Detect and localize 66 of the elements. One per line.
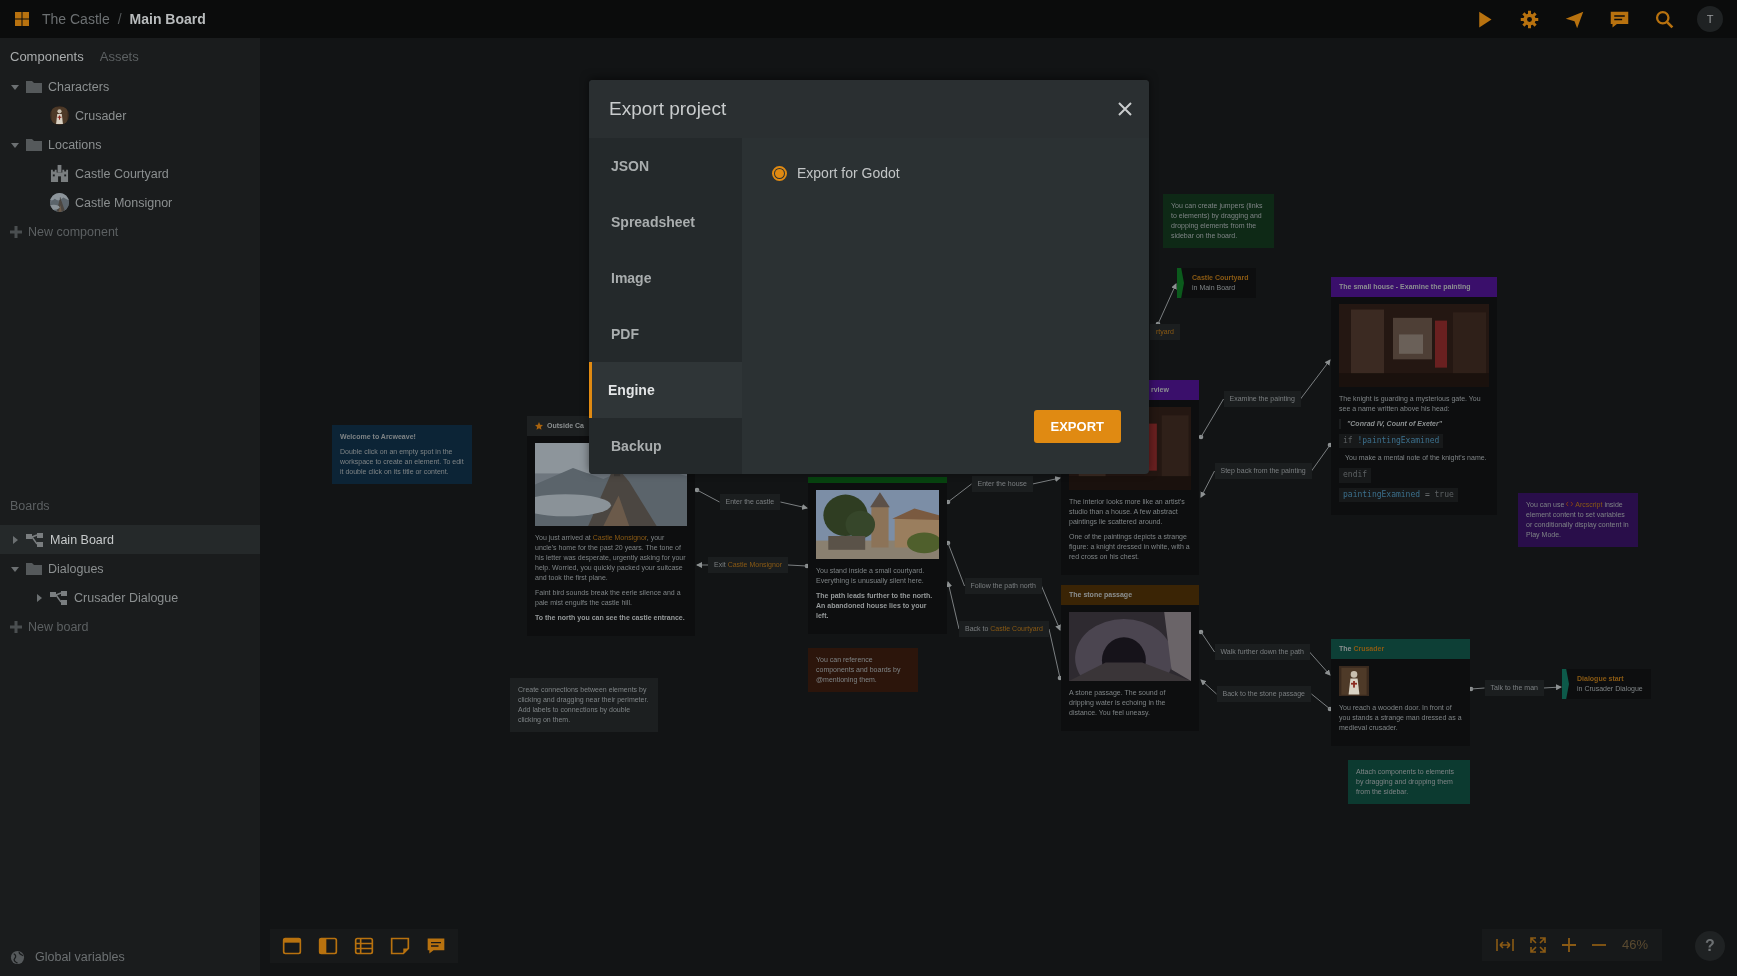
connector-arrow[interactable] bbox=[945, 476, 1061, 505]
export-tab[interactable]: PDF bbox=[589, 306, 742, 362]
connector-arrow[interactable] bbox=[945, 540, 1061, 631]
folder-icon bbox=[26, 562, 42, 575]
caret-icon[interactable] bbox=[11, 140, 19, 149]
panel-icon[interactable] bbox=[318, 936, 338, 956]
globe-icon bbox=[10, 949, 25, 965]
board-title: Main Board bbox=[129, 11, 206, 27]
plus-icon bbox=[10, 225, 22, 238]
board-item[interactable]: Main Board bbox=[0, 525, 260, 554]
tree-item[interactable]: Locations bbox=[0, 130, 260, 159]
fit-width-icon[interactable] bbox=[1496, 938, 1514, 953]
export-tab[interactable]: Spreadsheet bbox=[589, 194, 742, 250]
new-component-button[interactable]: New component bbox=[0, 217, 260, 246]
code-icon bbox=[1566, 501, 1574, 507]
connector-arrow[interactable] bbox=[1198, 629, 1331, 676]
export-tab[interactable]: Image bbox=[589, 250, 742, 306]
caret-icon[interactable] bbox=[11, 564, 19, 573]
global-variables-button[interactable]: Global variables bbox=[0, 942, 260, 976]
fullscreen-icon[interactable] bbox=[1530, 937, 1546, 954]
board-item[interactable]: Crusader Dialogue bbox=[0, 583, 260, 612]
sidebar-tab[interactable]: Assets bbox=[99, 49, 139, 64]
plus-icon bbox=[10, 620, 22, 633]
zoom-level: 46% bbox=[1622, 936, 1649, 954]
dialog-title: Export project bbox=[609, 98, 728, 120]
window-icon[interactable] bbox=[282, 936, 302, 956]
export-tab[interactable]: Engine bbox=[589, 362, 742, 418]
breadcrumb-separator: / bbox=[117, 11, 122, 27]
tree-item[interactable]: Castle Courtyard bbox=[0, 159, 260, 188]
comment-icon[interactable] bbox=[426, 936, 446, 956]
user-avatar[interactable]: T bbox=[1697, 6, 1723, 32]
note-icon[interactable] bbox=[390, 936, 410, 956]
connector-arrow[interactable] bbox=[946, 581, 1063, 681]
tree-item[interactable]: Castle Monsignor bbox=[0, 188, 260, 217]
close-icon[interactable] bbox=[1117, 101, 1133, 117]
caret-icon[interactable] bbox=[11, 535, 19, 544]
export-button[interactable]: EXPORT bbox=[1033, 410, 1121, 443]
export-tab[interactable]: JSON bbox=[589, 138, 742, 194]
connector-arrow[interactable] bbox=[694, 487, 808, 510]
list-icon[interactable] bbox=[354, 936, 374, 956]
help-button[interactable]: ? bbox=[1695, 931, 1725, 961]
export-tab[interactable]: Backup bbox=[589, 418, 742, 474]
board-icon bbox=[50, 590, 68, 605]
tree-item[interactable]: Crusader bbox=[0, 101, 260, 130]
sidebar-tab[interactable]: Components bbox=[10, 49, 84, 64]
castle-icon bbox=[50, 164, 69, 183]
grid-menu-icon[interactable] bbox=[14, 11, 30, 27]
radio-button[interactable] bbox=[772, 165, 787, 181]
connector-arrow[interactable] bbox=[1200, 442, 1333, 498]
section-heading: Boards bbox=[9, 498, 51, 515]
tree-item[interactable]: Characters bbox=[0, 72, 260, 101]
zoom-in-icon[interactable] bbox=[1562, 938, 1576, 953]
folder-icon bbox=[26, 138, 42, 151]
tree-item[interactable]: Dialogues bbox=[0, 554, 260, 583]
new-board-button[interactable]: New board bbox=[0, 612, 260, 641]
project-link[interactable]: The Castle bbox=[42, 11, 110, 27]
caret-icon[interactable] bbox=[35, 593, 43, 602]
option-label: Export for Godot bbox=[797, 165, 900, 181]
settings-icon[interactable] bbox=[1519, 8, 1540, 30]
search-icon[interactable] bbox=[1654, 8, 1675, 30]
connector-arrow[interactable] bbox=[696, 562, 810, 569]
board-icon bbox=[26, 532, 44, 547]
caret-icon[interactable] bbox=[11, 82, 19, 91]
connector-arrow[interactable] bbox=[1200, 679, 1333, 712]
folder-icon bbox=[26, 80, 42, 93]
connector-arrow[interactable] bbox=[1468, 684, 1562, 692]
